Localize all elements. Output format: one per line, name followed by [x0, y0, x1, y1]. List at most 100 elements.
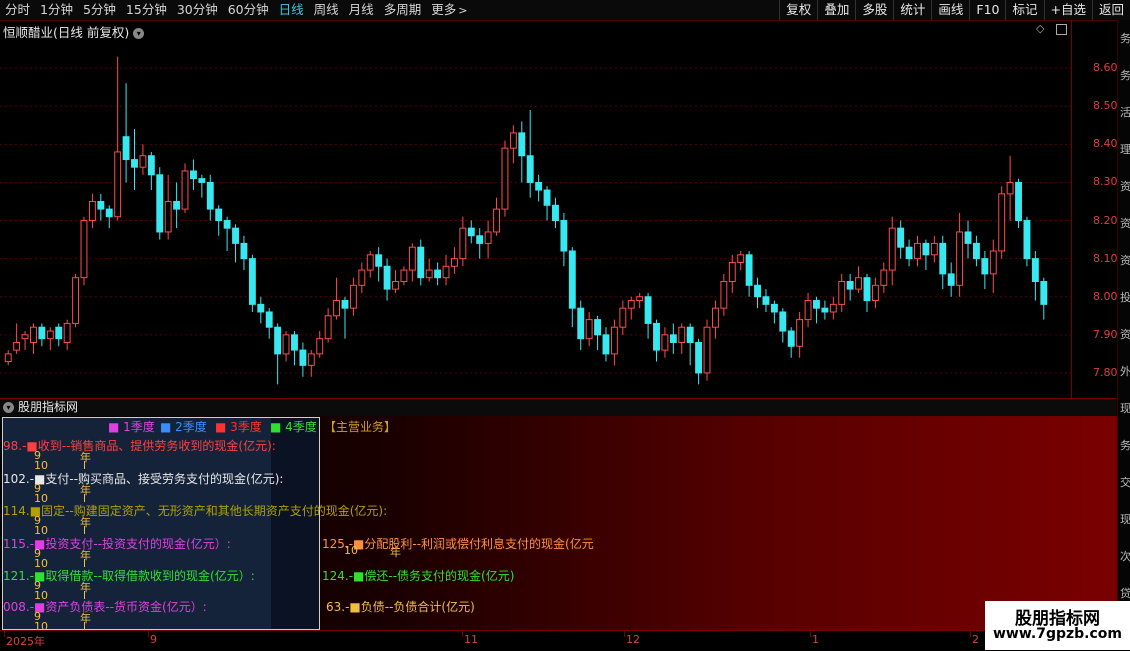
candle-body [206, 181, 214, 210]
candle-body [476, 235, 484, 244]
candle-body [459, 227, 467, 260]
toolbar-button[interactable]: 画线 [931, 0, 969, 20]
timeframe-tab[interactable]: 60分钟 [223, 0, 274, 20]
timeframe-tab[interactable]: 5分钟 [78, 0, 121, 20]
toolbar-button[interactable]: 复权 [779, 0, 817, 20]
candle-body [754, 284, 761, 298]
candle-body [762, 296, 770, 305]
candle [324, 308, 332, 343]
toolbar-button[interactable]: F10 [969, 0, 1005, 20]
season-marker-icon: ■ [160, 420, 176, 434]
candle-body [804, 300, 812, 321]
date-tick-line [462, 631, 463, 637]
candle-body [568, 250, 576, 309]
date-tick-line [810, 631, 811, 637]
price-axis-divider [1071, 20, 1072, 398]
candle [703, 319, 711, 381]
toolbar-button[interactable]: 多股 [855, 0, 893, 20]
year-marker-line [84, 526, 85, 534]
candle-body [307, 353, 315, 366]
candle [796, 311, 804, 358]
timeframe-tab[interactable]: 30分钟 [172, 0, 223, 20]
season-label: 4季度 [285, 420, 317, 434]
candle-body [383, 265, 391, 290]
more-chevron-icon[interactable]: > [458, 4, 467, 17]
year-marker-line [84, 461, 85, 469]
candle [198, 174, 206, 198]
candle-body [349, 284, 357, 309]
candle-body [770, 303, 778, 313]
candle [737, 251, 745, 271]
candle-body [156, 174, 164, 233]
sidebar-char: 外 [1120, 365, 1130, 378]
candle-body [972, 242, 980, 260]
candle [653, 319, 660, 362]
date-tick-label: 12 [626, 633, 640, 646]
timeframe-tab[interactable]: 15分钟 [121, 0, 172, 20]
candle [349, 277, 357, 316]
toolbar-button[interactable]: 叠加 [817, 0, 855, 20]
candle-body [366, 254, 374, 271]
toolbar-button[interactable]: 标记 [1005, 0, 1043, 20]
candle [156, 167, 164, 240]
candle-body [509, 132, 517, 149]
candle-body [105, 208, 113, 218]
toolbar-button[interactable]: +自选 [1043, 0, 1092, 20]
candle [164, 174, 172, 240]
timeframe-tab[interactable]: 多周期 [379, 0, 427, 20]
candle-body [181, 170, 189, 210]
candle [450, 247, 458, 274]
sidebar-char: 现 [1120, 402, 1130, 415]
candle-body [863, 277, 871, 302]
toolbar-button[interactable]: 返回 [1091, 0, 1130, 20]
candle-body [880, 269, 888, 286]
timeframe-tab[interactable]: 分时 [0, 0, 35, 20]
candle [720, 273, 728, 316]
candle-body [518, 132, 526, 157]
date-tick-label: 11 [464, 633, 478, 646]
candle [754, 277, 761, 309]
candle [863, 273, 871, 312]
sub-value-year: 年 [80, 451, 91, 464]
candle [762, 289, 770, 312]
sub-value-year: 年 [80, 612, 91, 625]
chevron-down-icon[interactable]: ▾ [3, 402, 14, 413]
sidebar-char: 贷 [1120, 587, 1130, 600]
timeframe-tab[interactable]: 日线 [274, 0, 309, 20]
candle-body [585, 319, 593, 340]
candle-body [434, 269, 442, 279]
candle-body [408, 246, 416, 271]
candle-body [686, 326, 694, 343]
candle-body [223, 220, 231, 229]
candle-body [450, 258, 458, 267]
candle-body [602, 334, 610, 355]
right-sidebar[interactable]: 务务活理资资资投资外现务交现次贷 [1117, 20, 1130, 640]
date-tick-label: 9 [150, 633, 157, 646]
sidebar-char: 务 [1120, 69, 1130, 82]
candle-body [299, 349, 307, 366]
toolbar-button[interactable]: 统计 [893, 0, 931, 20]
candle [13, 323, 21, 354]
sidebar-char: 资 [1120, 217, 1130, 230]
candle [282, 331, 290, 362]
candle-body [46, 330, 54, 340]
candle-body [425, 269, 433, 279]
candle [939, 235, 947, 290]
timeframe-tab[interactable]: 周线 [309, 0, 344, 20]
candle [981, 251, 989, 290]
timeframe-tab[interactable]: 月线 [344, 0, 379, 20]
season-marker-icon: ■ [108, 420, 124, 434]
candle-body [989, 250, 997, 275]
candle [947, 262, 955, 297]
candle [1006, 155, 1014, 221]
sidebar-char: 次 [1120, 550, 1130, 563]
candlestick-chart[interactable] [0, 20, 1071, 398]
candle-body [560, 220, 568, 252]
candle [189, 159, 197, 191]
timeframe-tab[interactable]: 更多 [426, 0, 461, 20]
candle [307, 350, 315, 377]
price-tick-label: 8.20 [1093, 213, 1118, 227]
sidebar-char: 资 [1120, 254, 1130, 267]
timeframe-tab[interactable]: 1分钟 [35, 0, 78, 20]
indicator-row: 114.■固定--购建固定资产、无形资产和其他长期资产支付的现金(亿元): [3, 504, 388, 518]
